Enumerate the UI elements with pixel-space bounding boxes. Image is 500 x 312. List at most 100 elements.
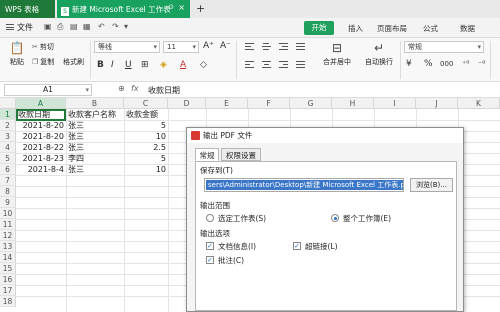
format-painter-button[interactable]: 格式刷 xyxy=(63,57,84,67)
row-header[interactable]: 10 xyxy=(0,208,16,219)
align-right-icon[interactable] xyxy=(279,61,288,69)
merge-center-button[interactable]: ⊟ 合并居中 xyxy=(318,41,356,67)
tab-document[interactable]: S 新建 Microsoft Excel 工作表 ⊙ × xyxy=(57,0,190,18)
checkbox-hyperlink-label[interactable]: 超链接(L) xyxy=(305,241,338,252)
radio-whole-workbook[interactable] xyxy=(331,214,339,222)
table-cell[interactable]: 李四 xyxy=(66,153,124,164)
table-cell[interactable]: 2021-8-20 xyxy=(16,120,66,131)
row-header[interactable]: 12 xyxy=(0,230,16,241)
table-cell[interactable]: 10 xyxy=(124,131,168,142)
table-cell[interactable]: 2021-8-4 xyxy=(16,164,66,175)
decrease-decimal-icon[interactable]: ⁻⁰ xyxy=(478,59,485,68)
font-size-select[interactable]: 11 xyxy=(163,41,199,53)
column-header[interactable]: J xyxy=(416,98,458,109)
browse-button[interactable]: 浏览(B)... xyxy=(410,178,453,192)
bold-button[interactable]: B xyxy=(97,60,104,70)
checkbox-docinfo-label[interactable]: 文档信息(I) xyxy=(218,241,256,252)
table-header-cell[interactable]: 收款客户名称 xyxy=(66,109,124,120)
row-header[interactable]: 13 xyxy=(0,241,16,252)
column-header[interactable]: B xyxy=(66,98,124,109)
align-bottom-icon[interactable] xyxy=(279,43,288,51)
table-cell[interactable]: 5 xyxy=(124,120,168,131)
tab-start[interactable]: 开始 xyxy=(304,21,334,35)
number-format-select[interactable]: 常规 xyxy=(404,41,484,53)
align-middle-icon[interactable] xyxy=(262,43,271,51)
radio-selected-sheet[interactable] xyxy=(206,214,214,222)
column-header[interactable]: C xyxy=(124,98,168,109)
save-path-input[interactable]: sers\Administrator\Desktop\新建 Microsoft … xyxy=(204,178,404,192)
row-header[interactable]: 18 xyxy=(0,296,16,307)
table-cell[interactable]: 2021-8-22 xyxy=(16,142,66,153)
undo-icon[interactable]: ↶ xyxy=(98,22,105,31)
wrap-text-button[interactable]: ↵ 自动换行 xyxy=(360,41,398,67)
table-header-cell[interactable]: 收款金额 xyxy=(124,109,168,120)
tab-permissions[interactable]: 权限设置 xyxy=(221,148,261,161)
increase-font-icon[interactable]: A⁺ xyxy=(203,41,214,51)
tab-wps-spreadsheet[interactable]: WPS 表格 xyxy=(0,0,55,18)
row-header[interactable]: 1 xyxy=(0,109,16,120)
radio-selected-sheet-label[interactable]: 选定工作表(S) xyxy=(218,213,266,224)
row-header[interactable]: 17 xyxy=(0,285,16,296)
row-header[interactable]: 4 xyxy=(0,142,16,153)
table-cell[interactable]: 10 xyxy=(124,164,168,175)
font-name-select[interactable]: 等线 xyxy=(94,41,160,53)
row-header[interactable]: 6 xyxy=(0,164,16,175)
distributed-icon[interactable] xyxy=(296,61,305,69)
align-left-icon[interactable] xyxy=(245,61,254,69)
justify-icon[interactable] xyxy=(296,43,305,51)
underline-button[interactable]: U xyxy=(125,60,132,70)
name-box[interactable]: A1 xyxy=(4,84,92,96)
fx-icon[interactable]: fx xyxy=(131,84,139,93)
row-header[interactable]: 9 xyxy=(0,197,16,208)
checkbox-docinfo[interactable]: ✓ xyxy=(206,242,214,250)
table-cell[interactable]: 张三 xyxy=(66,142,124,153)
redo-icon[interactable]: ↷ xyxy=(112,22,119,31)
row-header[interactable]: 16 xyxy=(0,274,16,285)
column-header[interactable]: F xyxy=(248,98,290,109)
zoom-icon[interactable]: ⊕ xyxy=(118,84,125,93)
checkbox-hyperlink[interactable]: ✓ xyxy=(293,242,301,250)
print-icon[interactable]: ▤ xyxy=(70,22,78,31)
quick-access-dropdown-icon[interactable]: ▾ xyxy=(124,22,128,31)
table-cell[interactable]: 张三 xyxy=(66,164,124,175)
paste-button[interactable]: 📋 粘贴 xyxy=(6,41,28,67)
thousands-button[interactable]: 000 xyxy=(440,60,453,68)
column-header[interactable]: K xyxy=(458,98,500,109)
clear-format-icon[interactable]: ◇ xyxy=(200,60,207,70)
copy-button[interactable]: ❐ 复制 xyxy=(32,57,54,67)
close-tab-icon[interactable]: × xyxy=(178,3,185,12)
table-cell[interactable]: 2021-8-20 xyxy=(16,131,66,142)
table-cell[interactable]: 2021-8-23 xyxy=(16,153,66,164)
table-cell[interactable]: 5 xyxy=(124,153,168,164)
align-top-icon[interactable] xyxy=(245,43,254,51)
pin-icon[interactable]: ⊙ xyxy=(168,3,174,11)
currency-button[interactable]: ¥ xyxy=(406,59,412,69)
radio-whole-workbook-label[interactable]: 整个工作簿(E) xyxy=(343,213,391,224)
print-preview-icon[interactable]: ▦ xyxy=(83,22,91,31)
table-cell[interactable]: 2.5 xyxy=(124,142,168,153)
dialog-title-bar[interactable]: 输出 PDF 文件 xyxy=(187,128,463,143)
decrease-font-icon[interactable]: A⁻ xyxy=(220,41,231,51)
row-header[interactable]: 11 xyxy=(0,219,16,230)
column-header[interactable]: E xyxy=(206,98,248,109)
row-header[interactable]: 8 xyxy=(0,186,16,197)
table-cell[interactable]: 张三 xyxy=(66,131,124,142)
column-header[interactable]: H xyxy=(332,98,374,109)
tab-insert[interactable]: 插入 xyxy=(348,23,363,34)
checkbox-comments[interactable]: ✓ xyxy=(206,256,214,264)
tab-formulas[interactable]: 公式 xyxy=(423,23,438,34)
save-icon[interactable]: ▣ xyxy=(44,22,52,31)
fill-color-icon[interactable]: ◈ xyxy=(160,60,167,70)
border-icon[interactable]: ⊞ xyxy=(141,60,149,70)
checkbox-comments-label[interactable]: 批注(C) xyxy=(218,255,244,266)
new-tab-button[interactable]: + xyxy=(196,2,205,15)
formula-content[interactable]: 收款日期 xyxy=(148,85,180,96)
row-header[interactable]: 3 xyxy=(0,131,16,142)
column-header[interactable]: A xyxy=(16,98,66,109)
file-menu[interactable]: 文件 xyxy=(6,22,33,33)
row-header[interactable]: 2 xyxy=(0,120,16,131)
cut-button[interactable]: ✂ 剪切 xyxy=(32,42,54,52)
table-cell[interactable]: 张三 xyxy=(66,120,124,131)
column-header[interactable]: D xyxy=(168,98,206,109)
align-center-icon[interactable] xyxy=(262,61,271,69)
